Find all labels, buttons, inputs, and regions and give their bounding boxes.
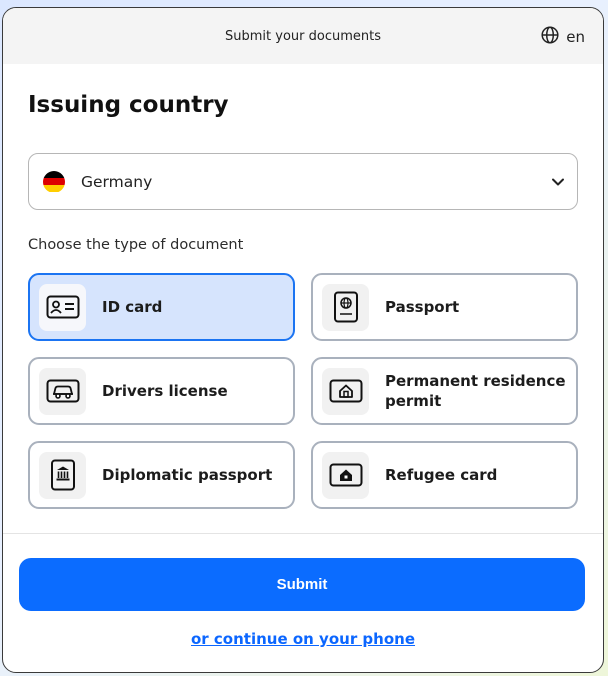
refugee-card-icon bbox=[322, 451, 369, 499]
option-label: Permanent residence permit bbox=[385, 371, 566, 411]
id-card-icon bbox=[39, 283, 86, 331]
document-option-passport[interactable]: Passport bbox=[311, 273, 578, 341]
document-option-diplomatic-passport[interactable]: Diplomatic passport bbox=[28, 441, 295, 509]
document-option-drivers-license[interactable]: Drivers license bbox=[28, 357, 295, 425]
top-bar: Submit your documents en bbox=[3, 8, 603, 64]
car-icon bbox=[39, 367, 86, 415]
diplomatic-passport-icon bbox=[39, 451, 86, 499]
document-option-refugee-card[interactable]: Refugee card bbox=[311, 441, 578, 509]
language-selector[interactable]: en bbox=[541, 26, 585, 48]
option-label: Passport bbox=[385, 298, 460, 316]
page-title: Issuing country bbox=[28, 92, 229, 118]
document-type-label: Choose the type of document bbox=[28, 237, 244, 253]
option-label: Refugee card bbox=[385, 466, 498, 484]
document-card: Submit your documents en Issuing country… bbox=[2, 7, 604, 673]
divider bbox=[3, 533, 603, 534]
page-header-title: Submit your documents bbox=[225, 28, 381, 44]
document-option-id-card[interactable]: ID card bbox=[28, 273, 295, 341]
language-code: en bbox=[566, 28, 585, 46]
option-label-line1: Permanent residence bbox=[385, 372, 566, 390]
option-label-line2: permit bbox=[385, 392, 442, 410]
option-label: Drivers license bbox=[102, 382, 228, 400]
passport-icon bbox=[322, 283, 369, 331]
document-option-residence-permit[interactable]: Permanent residence permit bbox=[311, 357, 578, 425]
germany-flag-icon bbox=[43, 170, 65, 193]
chevron-down-icon bbox=[551, 174, 565, 193]
option-label: Diplomatic passport bbox=[102, 466, 273, 484]
country-value: Germany bbox=[81, 172, 153, 191]
submit-button[interactable]: Submit bbox=[19, 558, 585, 611]
option-label: ID card bbox=[102, 298, 163, 316]
residence-permit-icon bbox=[322, 367, 369, 415]
country-select[interactable]: Germany bbox=[28, 153, 578, 210]
continue-on-phone-link[interactable]: or continue on your phone bbox=[3, 630, 603, 648]
globe-icon bbox=[541, 26, 559, 48]
